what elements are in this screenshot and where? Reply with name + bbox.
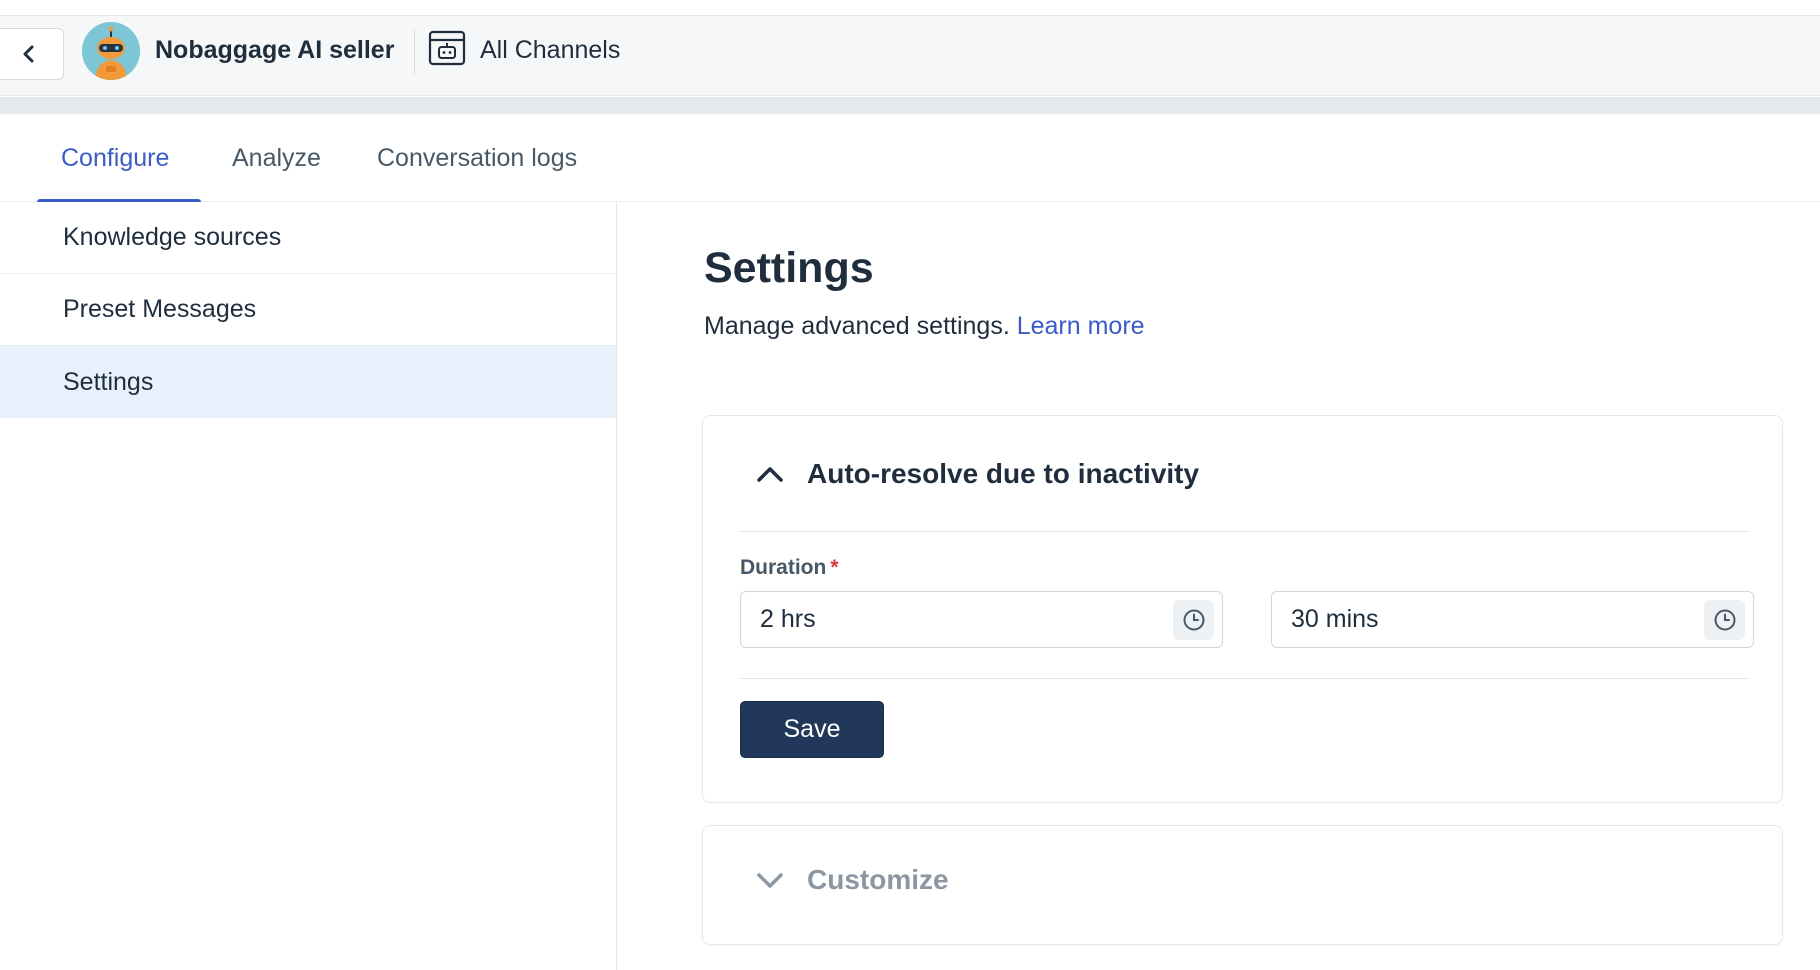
main-content: Settings Manage advanced settings. Learn… [617,202,1820,970]
minutes-input[interactable]: 30 mins [1271,591,1754,648]
sidebar-item-settings[interactable]: Settings [0,346,616,418]
tab-conversation-logs[interactable]: Conversation logs [377,144,577,173]
page-title: Settings [704,244,874,292]
app-header: Nobaggage AI seller All Channels [0,16,1820,96]
tab-configure[interactable]: Configure [61,144,169,173]
clock-icon [1183,609,1204,631]
bot-window-icon [428,30,466,66]
robot-icon [82,22,140,80]
clock-icon [1714,609,1735,631]
sidebar-item-knowledge-sources[interactable]: Knowledge sources [0,202,616,274]
section-title: Customize [807,864,949,895]
section-title: Auto-resolve due to inactivity [807,458,1200,489]
customize-header[interactable]: Customize [755,864,949,896]
hours-input[interactable]: 2 hrs [740,591,1223,648]
top-strip [0,0,1820,16]
minutes-value: 30 mins [1291,605,1379,633]
save-button[interactable]: Save [740,701,884,758]
minutes-picker-button[interactable] [1704,600,1745,640]
chevron-up-icon [757,467,783,482]
required-mark: * [830,556,839,579]
bot-avatar [82,22,140,80]
section-divider [739,678,1750,679]
sidebar-item-label: Knowledge sources [63,223,282,251]
header-shadow-bar [0,97,1820,114]
sidebar-item-label: Preset Messages [63,295,257,323]
tab-bar: Configure Analyze Conversation logs [0,114,1820,205]
hours-value: 2 hrs [760,605,816,633]
customize-section: Customize [702,825,1783,945]
chevron-down-icon [757,873,783,888]
auto-resolve-header[interactable]: Auto-resolve due to inactivity [755,458,1199,490]
sidebar: Knowledge sources Preset Messages Settin… [0,202,617,970]
tab-analyze[interactable]: Analyze [232,144,321,173]
auto-resolve-section: Auto-resolve due to inactivity Duration *… [702,415,1783,803]
section-divider [739,531,1750,532]
hours-picker-button[interactable] [1173,600,1214,640]
back-button[interactable] [0,28,64,80]
header-divider [414,30,415,74]
chevron-left-icon [23,45,34,63]
subtitle-text: Manage advanced settings. [704,312,1010,340]
learn-more-link[interactable]: Learn more [1017,312,1145,340]
channel-selector[interactable]: All Channels [480,36,620,65]
sidebar-item-label: Settings [63,367,154,396]
bot-name: Nobaggage AI seller [155,36,395,64]
sidebar-item-preset-messages[interactable]: Preset Messages [0,274,616,346]
duration-label: Duration * [740,556,839,579]
page-subtitle: Manage advanced settings. Learn more [704,312,1145,341]
